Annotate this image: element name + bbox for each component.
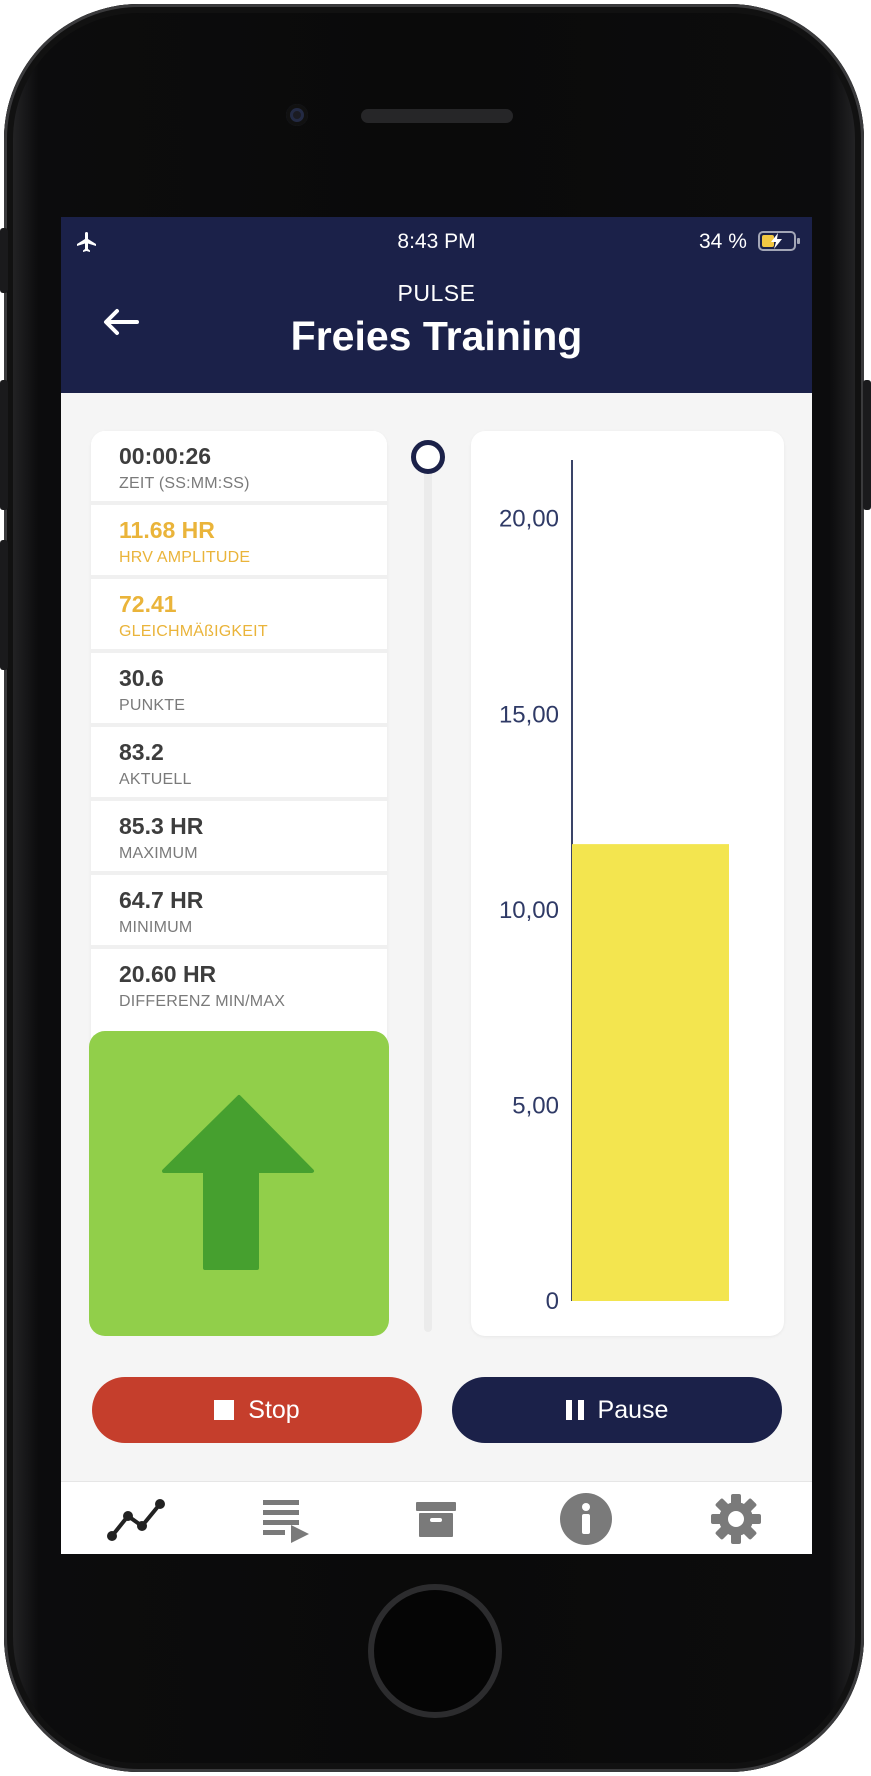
pause-icon bbox=[565, 1400, 584, 1420]
stat-row: 00:00:26 ZEIT (SS:MM:SS) bbox=[91, 431, 387, 501]
info-icon bbox=[560, 1492, 612, 1545]
chart-canvas: 20,00 15,00 10,00 5,00 0 bbox=[499, 460, 729, 1315]
slider-track[interactable] bbox=[424, 449, 432, 1332]
pause-label: Pause bbox=[597, 1395, 669, 1424]
app-subtitle: PULSE bbox=[397, 280, 476, 306]
stat-label: AKTUELL bbox=[119, 771, 192, 788]
stat-value: 72.41 bbox=[119, 591, 177, 617]
arrow-up-icon bbox=[162, 1095, 314, 1270]
stop-icon bbox=[214, 1400, 235, 1420]
gear-icon bbox=[711, 1493, 761, 1544]
front-camera bbox=[286, 104, 308, 126]
stat-label: ZEIT (SS:MM:SS) bbox=[119, 475, 250, 492]
hrv-bar bbox=[572, 844, 729, 1301]
stat-value: 64.7 HR bbox=[119, 887, 204, 913]
stat-value: 00:00:26 bbox=[119, 443, 212, 469]
stop-label: Stop bbox=[248, 1395, 300, 1424]
stat-value: 83.2 bbox=[119, 739, 164, 765]
app-screen: 8:43 PM 34 % PULSE Freies Training 00:00… bbox=[61, 217, 812, 1554]
battery-percentage: 34 % bbox=[699, 230, 747, 253]
stat-value: 20.60 HR bbox=[119, 961, 217, 987]
stat-value: 30.6 bbox=[119, 665, 164, 691]
y-tick-label: 5,00 bbox=[512, 1092, 559, 1119]
y-tick-label: 0 bbox=[546, 1288, 559, 1315]
pause-button[interactable]: Pause bbox=[452, 1377, 782, 1443]
earpiece-speaker bbox=[361, 109, 513, 123]
stat-label: HRV AMPLITUDE bbox=[119, 549, 251, 566]
stat-value: 11.68 HR bbox=[119, 517, 215, 543]
battery-charging-icon bbox=[758, 230, 802, 257]
volume-down-button bbox=[0, 540, 8, 670]
stat-row: 72.41 GLEICHMÄßIGKEIT bbox=[91, 579, 387, 649]
tab-chart[interactable] bbox=[61, 1482, 211, 1554]
stat-row: 64.7 HR MINIMUM bbox=[91, 875, 387, 945]
stat-label: PUNKTE bbox=[119, 697, 186, 714]
mute-switch bbox=[0, 228, 8, 293]
archive-box-icon bbox=[416, 1501, 456, 1537]
trend-indicator-tile bbox=[89, 1031, 389, 1336]
stat-label: MAXIMUM bbox=[119, 845, 198, 862]
y-tick-label: 10,00 bbox=[499, 897, 559, 924]
stat-row: 30.6 PUNKTE bbox=[91, 653, 387, 723]
stat-row: 20.60 HR DIFFERENZ MIN/MAX bbox=[91, 949, 387, 1019]
slider-thumb[interactable] bbox=[411, 440, 445, 474]
line-chart-icon bbox=[107, 1498, 165, 1541]
stat-value: 85.3 HR bbox=[119, 813, 204, 839]
stat-label: DIFFERENZ MIN/MAX bbox=[119, 993, 286, 1010]
volume-up-button bbox=[0, 380, 8, 510]
stop-button[interactable]: Stop bbox=[92, 1377, 422, 1443]
y-tick-label: 15,00 bbox=[499, 701, 559, 728]
stat-label: GLEICHMÄßIGKEIT bbox=[119, 623, 268, 640]
playlist-play-icon bbox=[263, 1499, 309, 1543]
stat-row: 83.2 AKTUELL bbox=[91, 727, 387, 797]
app-header: 8:43 PM 34 % PULSE Freies Training bbox=[61, 217, 812, 393]
power-button bbox=[863, 380, 871, 510]
stat-label: MINIMUM bbox=[119, 919, 193, 936]
hrv-bar-chart: 20,00 15,00 10,00 5,00 0 bbox=[471, 431, 784, 1336]
tab-info[interactable] bbox=[511, 1482, 661, 1554]
stat-row: 85.3 HR MAXIMUM bbox=[91, 801, 387, 871]
page-title: Freies Training bbox=[290, 313, 583, 359]
tab-settings[interactable] bbox=[661, 1482, 811, 1554]
tab-archive[interactable] bbox=[361, 1482, 511, 1554]
stat-row: 11.68 HR HRV AMPLITUDE bbox=[91, 505, 387, 575]
tab-playlist[interactable] bbox=[211, 1482, 361, 1554]
y-tick-label: 20,00 bbox=[499, 506, 559, 533]
home-button[interactable] bbox=[368, 1584, 502, 1718]
tab-bar bbox=[61, 1481, 812, 1554]
